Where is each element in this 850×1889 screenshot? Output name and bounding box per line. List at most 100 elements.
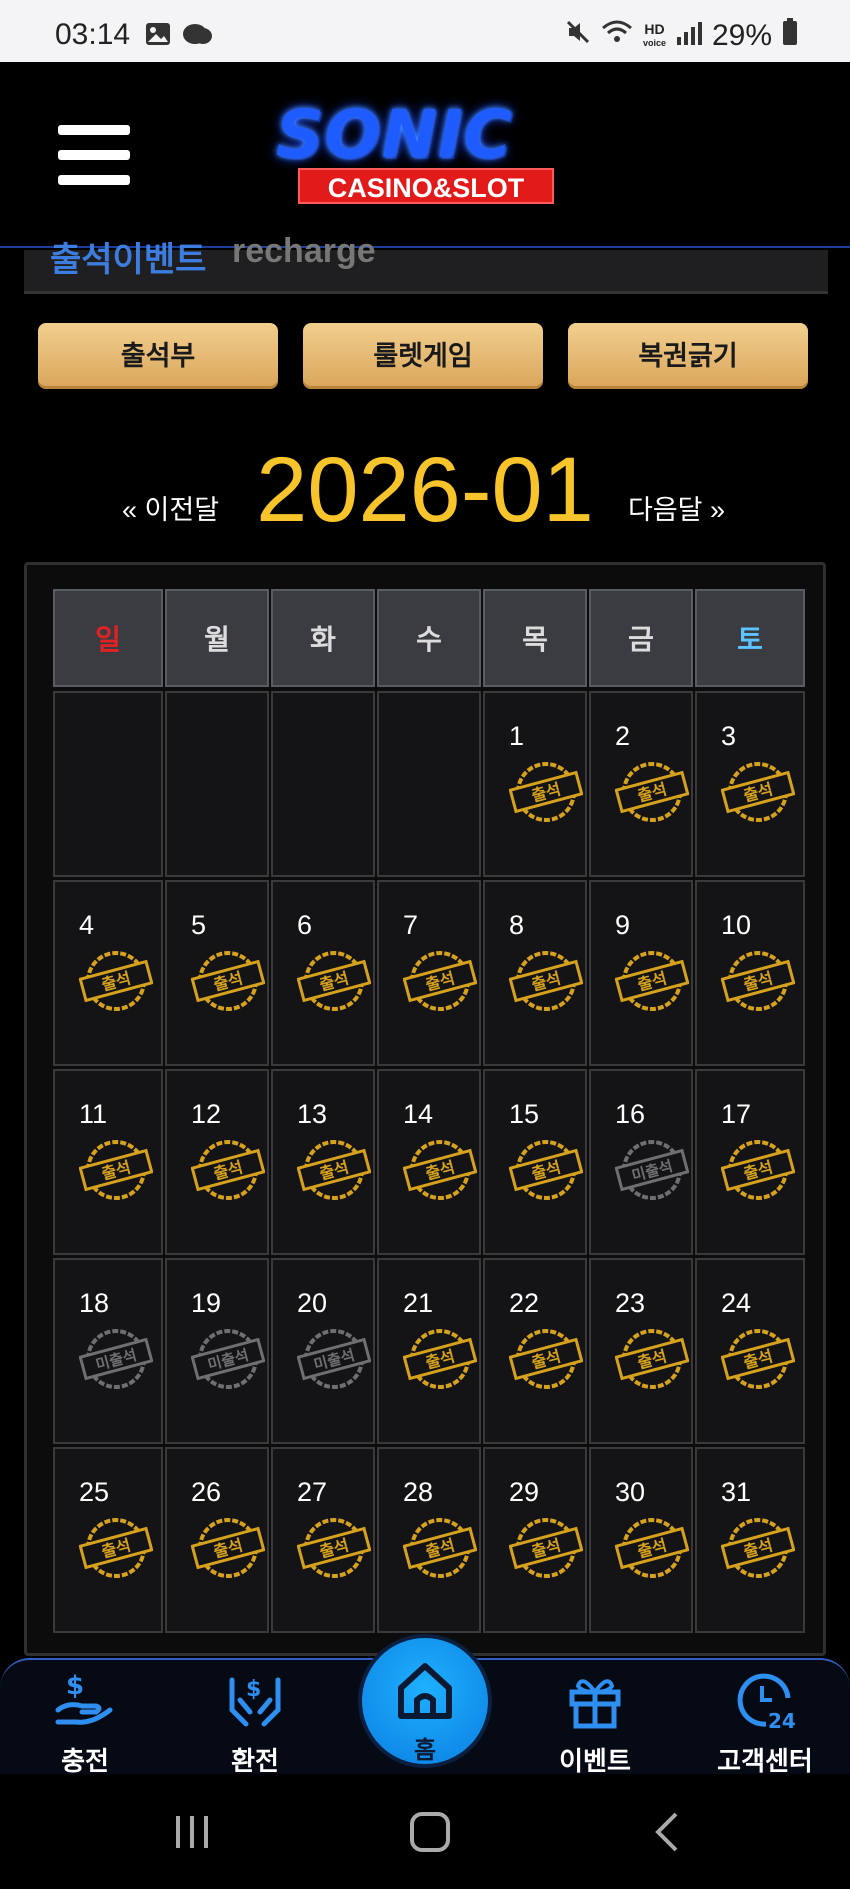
calendar-empty-cell xyxy=(377,691,481,877)
calendar-day: 24 출석 xyxy=(695,1258,805,1444)
day-number: 14 xyxy=(403,1099,434,1129)
gallery-icon xyxy=(145,22,171,53)
battery-percent: 29% xyxy=(711,19,772,52)
calendar-day: 30 출석 xyxy=(589,1447,693,1633)
tab-lottery[interactable]: 복권긁기 xyxy=(568,323,808,389)
day-number: 12 xyxy=(191,1099,222,1129)
calendar-week: 4 출석 5 출석 6 출석 7 출석 8 출석 9 출석 10 출석 xyxy=(53,880,827,1066)
attended-stamp-icon: 출석 xyxy=(296,950,372,1012)
status-time: 03:14 xyxy=(55,18,131,51)
mute-icon xyxy=(565,19,591,53)
attended-stamp-icon: 출석 xyxy=(78,1139,154,1201)
calendar-day: 11 출석 xyxy=(53,1069,163,1255)
day-number: 10 xyxy=(721,910,752,940)
calendar-day: 5 출석 xyxy=(165,880,269,1066)
day-number: 8 xyxy=(509,910,525,940)
calendar-day: 15 출석 xyxy=(483,1069,587,1255)
day-number: 30 xyxy=(615,1477,646,1507)
day-number: 15 xyxy=(509,1099,540,1129)
month-title: 2026-01 xyxy=(256,439,594,541)
status-bar: 03:14 HD voice 29% xyxy=(0,0,850,62)
attended-stamp-icon: 출석 xyxy=(614,1328,690,1390)
attendance-calendar: 일월화수목금토 1 출석 2 출석 3 출석 4 출석 5 출석 6 출석 7 출석 8 출석 9 출석 10 출석 1… xyxy=(24,562,826,1656)
menu-icon[interactable] xyxy=(58,125,130,185)
attended-stamp-icon: 출석 xyxy=(508,761,584,823)
chat-icon xyxy=(181,22,213,53)
calendar-day: 13 출석 xyxy=(271,1069,375,1255)
attended-stamp-icon: 출석 xyxy=(720,950,796,1012)
attended-stamp-icon: 출석 xyxy=(190,1139,266,1201)
attended-stamp-icon: 출석 xyxy=(614,1517,690,1579)
nav-event[interactable]: 이벤트 xyxy=(535,1670,655,1778)
day-number: 27 xyxy=(297,1477,328,1507)
tab-attendance[interactable]: 출석부 xyxy=(38,323,278,389)
recent-apps-icon[interactable] xyxy=(172,1812,212,1857)
attended-stamp-icon: 출석 xyxy=(402,950,478,1012)
absent-stamp-icon: 미출석 xyxy=(296,1328,372,1390)
day-number: 22 xyxy=(509,1288,540,1318)
absent-stamp-icon: 미출석 xyxy=(190,1328,266,1390)
day-number: 9 xyxy=(615,910,631,940)
nav-home-button[interactable]: 홈 xyxy=(358,1634,492,1768)
calendar-day: 7 출석 xyxy=(377,880,481,1066)
event-tabs: 출석부 룰렛게임 복권긁기 xyxy=(38,323,808,389)
day-number: 19 xyxy=(191,1288,222,1318)
scrolled-card-title: 출석이벤트 xyxy=(50,241,207,279)
calendar-day: 9 출석 xyxy=(589,880,693,1066)
month-navigation: « 이전달 2026-01 다음달 » xyxy=(0,430,850,541)
weekday-header-cell: 화 xyxy=(271,589,375,687)
calendar-day: 2 출석 xyxy=(589,691,693,877)
prev-month-link[interactable]: « 이전달 xyxy=(122,488,219,527)
next-month-link[interactable]: 다음달 » xyxy=(628,488,725,527)
svg-text:$: $ xyxy=(66,1671,84,1701)
weekday-header-cell: 금 xyxy=(589,589,693,687)
weekday-header: 일월화수목금토 xyxy=(53,589,827,687)
calendar-day: 29 출석 xyxy=(483,1447,587,1633)
day-number: 4 xyxy=(79,910,95,940)
weekday-header-cell: 수 xyxy=(377,589,481,687)
day-number: 24 xyxy=(721,1288,752,1318)
day-number: 7 xyxy=(403,910,419,940)
wifi-icon xyxy=(601,19,633,53)
back-icon[interactable] xyxy=(652,1810,682,1859)
day-number: 11 xyxy=(79,1099,108,1129)
attended-stamp-icon: 출석 xyxy=(508,950,584,1012)
calendar-day: 10 출석 xyxy=(695,880,805,1066)
absent-stamp-icon: 미출석 xyxy=(78,1328,154,1390)
calendar-week: 18 미출석 19 미출석 20 미출석 21 출석 22 출석 23 출석 24 출석 xyxy=(53,1258,827,1444)
attended-stamp-icon: 출석 xyxy=(296,1139,372,1201)
day-number: 23 xyxy=(615,1288,646,1318)
attended-stamp-icon: 출석 xyxy=(720,1139,796,1201)
attended-stamp-icon: 출석 xyxy=(720,1328,796,1390)
attended-stamp-icon: 출석 xyxy=(614,761,690,823)
nav-deposit[interactable]: $ 충전 xyxy=(25,1670,145,1778)
day-number: 6 xyxy=(297,910,313,940)
attended-stamp-icon: 출석 xyxy=(402,1328,478,1390)
calendar-day: 28 출석 xyxy=(377,1447,481,1633)
support-24-icon: 24 xyxy=(732,1673,798,1734)
attended-stamp-icon: 출석 xyxy=(508,1139,584,1201)
svg-text:24: 24 xyxy=(768,1709,796,1730)
logo-subtitle: CASINO&SLOT xyxy=(298,168,554,204)
logo-text: SONIC xyxy=(276,96,513,173)
nav-withdraw[interactable]: $ 환전 xyxy=(195,1670,315,1778)
weekday-header-cell: 일 xyxy=(53,589,163,687)
day-number: 31 xyxy=(721,1477,752,1507)
day-number: 25 xyxy=(79,1477,110,1507)
nav-support[interactable]: 24 고객센터 xyxy=(705,1670,825,1778)
calendar-day: 27 출석 xyxy=(271,1447,375,1633)
tab-roulette[interactable]: 룰렛게임 xyxy=(303,323,543,389)
weekday-header-cell: 월 xyxy=(165,589,269,687)
attended-stamp-icon: 출석 xyxy=(78,950,154,1012)
day-number: 5 xyxy=(191,910,207,940)
day-number: 17 xyxy=(721,1099,752,1129)
calendar-week: 25 출석 26 출석 27 출석 28 출석 29 출석 30 출석 31 출석 xyxy=(53,1447,827,1633)
day-number: 26 xyxy=(191,1477,222,1507)
home-system-icon[interactable] xyxy=(408,1810,452,1859)
site-logo[interactable]: SONIC CASINO&SLOT xyxy=(276,100,578,208)
calendar-empty-cell xyxy=(271,691,375,877)
day-number: 2 xyxy=(615,721,631,751)
calendar-day: 19 미출석 xyxy=(165,1258,269,1444)
calendar-day: 31 출석 xyxy=(695,1447,805,1633)
attended-stamp-icon: 출석 xyxy=(296,1517,372,1579)
